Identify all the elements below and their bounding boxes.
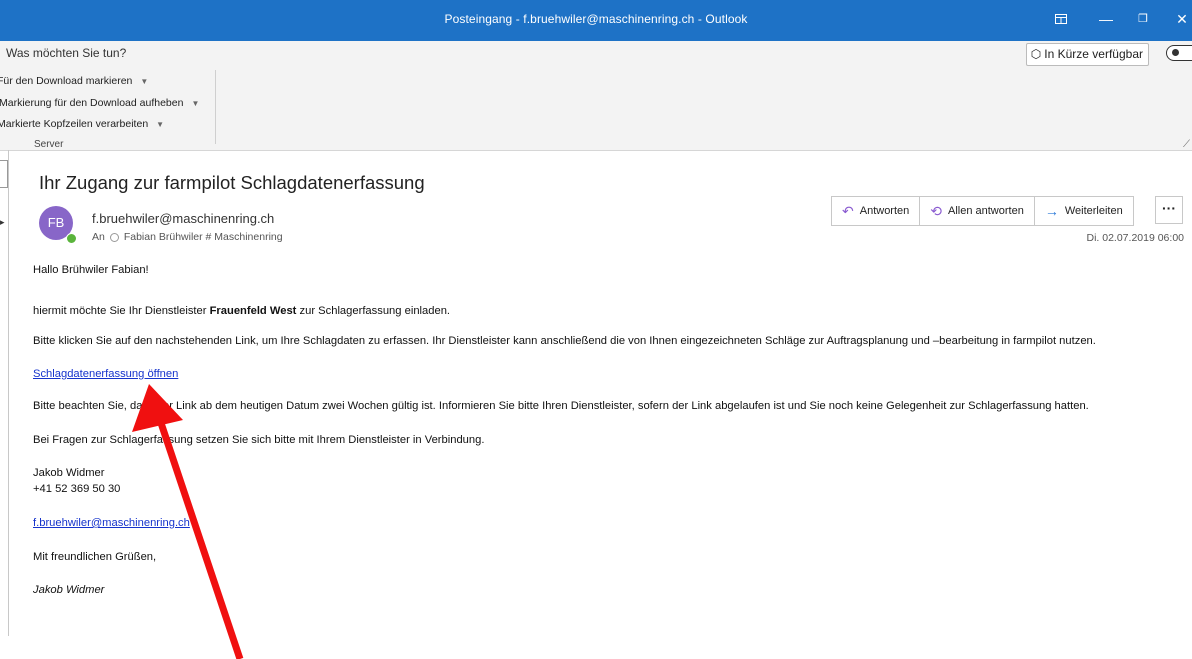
- forward-button[interactable]: → Weiterleiten: [1035, 197, 1133, 225]
- process-headers-label: Markierte Kopfzeilen verarbeiten: [0, 118, 149, 130]
- signature-name: Jakob Widmer: [33, 467, 105, 479]
- intro-paragraph: hiermit möchte Sie Ihr Dienstleister Fra…: [33, 305, 450, 317]
- open-schlagdaten-link[interactable]: Schlagdatenerfassung öffnen: [33, 368, 178, 380]
- coming-soon-toggle[interactable]: [1166, 45, 1192, 61]
- reply-all-button[interactable]: ⟲ Allen antworten: [920, 197, 1035, 225]
- closing-line: Mit freundlichen Grüßen,: [33, 551, 157, 563]
- signature-italic-name: Jakob Widmer: [33, 584, 105, 596]
- folder-pane-tab[interactable]: [0, 160, 8, 188]
- tell-me-bar: ⬡ In Kürze verfügbar: [0, 41, 1192, 67]
- greeting: Hallo Brühwiler Fabian!: [33, 264, 149, 276]
- coming-soon-label: In Kürze verfügbar: [1044, 47, 1143, 61]
- chevron-down-icon: ▼: [191, 99, 200, 108]
- ribbon: Für den Download markieren ▼ Markierung f…: [0, 67, 1192, 151]
- ribbon-separator: [215, 70, 216, 144]
- window-title: Posteingang - f.bruehwiler@maschinenring…: [444, 12, 748, 26]
- instructions-paragraph: Bitte klicken Sie auf den nachstehenden …: [33, 335, 1096, 347]
- title-bar: Posteingang - f.bruehwiler@maschinenring…: [0, 0, 1192, 41]
- cube-icon: ⬡: [1030, 47, 1042, 61]
- message-subject: Ihr Zugang zur farmpilot Schlagdatenerfa…: [39, 172, 425, 193]
- tell-me-input[interactable]: [6, 46, 306, 60]
- intro-before: hiermit möchte Sie Ihr Dienstleister: [33, 305, 210, 317]
- ribbon-group-label: Server: [34, 139, 64, 150]
- reply-all-icon: ⟲: [930, 202, 942, 219]
- signature-phone: +41 52 369 50 30: [33, 483, 121, 495]
- restore-button[interactable]: ❐: [1133, 9, 1153, 29]
- more-actions-button[interactable]: ···: [1155, 196, 1183, 224]
- unmark-download-button[interactable]: Markierung für den Download aufheben ▼: [0, 97, 199, 109]
- reply-all-label: Allen antworten: [948, 205, 1024, 217]
- minimize-button[interactable]: —: [1096, 9, 1116, 29]
- coming-soon-button[interactable]: ⬡ In Kürze verfügbar: [1025, 43, 1149, 66]
- ribbon-display-options-icon[interactable]: [1051, 9, 1071, 29]
- questions-paragraph: Bei Fragen zur Schlagerfassung setzen Si…: [33, 434, 485, 446]
- forward-label: Weiterleiten: [1064, 205, 1123, 217]
- intro-after: zur Schlagerfassung einladen.: [296, 305, 451, 317]
- presence-status-icon: [66, 233, 77, 244]
- chevron-down-icon: ▼: [156, 120, 165, 129]
- presence-circle-icon: [109, 232, 119, 242]
- message-actions: ↶ Antworten ⟲ Allen antworten → Weiterle…: [831, 196, 1134, 226]
- mark-download-button[interactable]: Für den Download markieren ▼: [0, 75, 148, 87]
- forward-icon: →: [1044, 203, 1059, 219]
- unmark-download-label: Markierung für den Download aufheben: [0, 97, 184, 109]
- message-date: Di. 02.07.2019 06:00: [1086, 232, 1185, 244]
- collapse-ribbon-icon[interactable]: ⟋: [1183, 139, 1190, 150]
- reply-label: Antworten: [859, 205, 910, 217]
- recipient-name[interactable]: Fabian Brühwiler # Maschinenring: [124, 231, 283, 243]
- signature-email-link[interactable]: f.bruehwiler@maschinenring.ch: [33, 517, 190, 529]
- close-button[interactable]: ✕: [1172, 9, 1192, 29]
- provider-name: Frauenfeld West: [209, 305, 297, 317]
- reply-icon: ↶: [842, 202, 854, 219]
- process-headers-button[interactable]: Markierte Kopfzeilen verarbeiten ▼: [0, 118, 164, 130]
- chevron-down-icon: ▼: [140, 77, 149, 86]
- to-label: An: [92, 231, 105, 243]
- toggle-knob: [1172, 49, 1179, 56]
- expand-pane-icon[interactable]: ▸: [0, 215, 9, 229]
- arrow-shaft: [156, 418, 244, 659]
- reply-button[interactable]: ↶ Antworten: [832, 197, 921, 225]
- validity-paragraph: Bitte beachten Sie, dass der Link ab dem…: [33, 400, 1089, 412]
- sender-address[interactable]: f.bruehwiler@maschinenring.ch: [92, 211, 274, 226]
- mark-download-label: Für den Download markieren: [0, 75, 133, 87]
- recipient-row: An Fabian Brühwiler # Maschinenring: [92, 231, 283, 243]
